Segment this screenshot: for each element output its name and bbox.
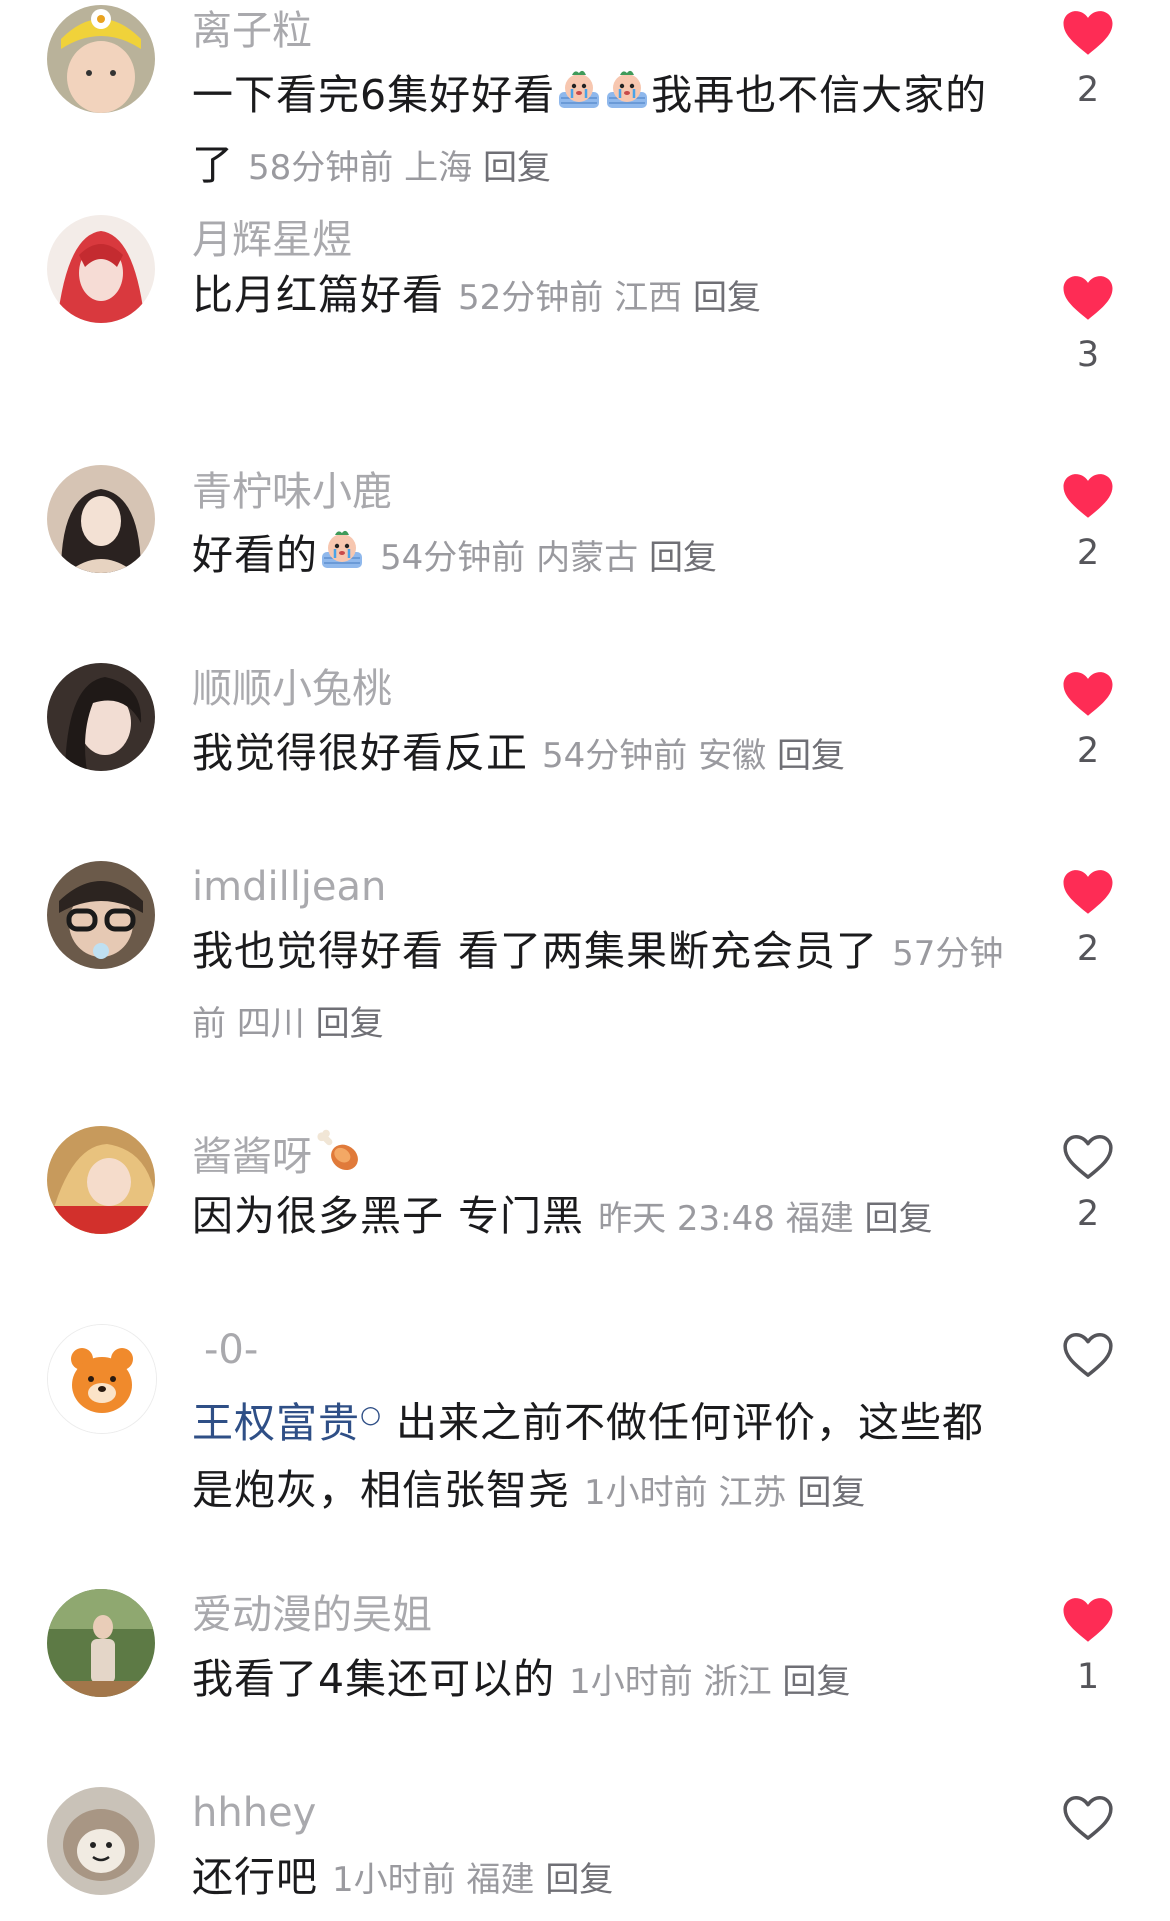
comment-time: 54分钟前 [542, 736, 688, 776]
username[interactable]: 月辉星煜 [192, 215, 352, 265]
comment-meta: 昨天 23:48 福建 回复 [598, 1199, 932, 1239]
comment-time: 1小时前 [569, 1662, 693, 1702]
username[interactable]: 离子粒 [192, 6, 312, 56]
crying-face-emoji [603, 64, 651, 132]
like-count: 2 [1076, 1194, 1100, 1234]
search-icon: ○ [360, 1400, 382, 1428]
like-count: 2 [1076, 731, 1100, 771]
reply-button[interactable]: 回复 [316, 1004, 384, 1044]
like-count: 1 [1076, 1657, 1100, 1697]
reply-button[interactable]: 回复 [545, 1860, 613, 1900]
crying-face-emoji [318, 524, 366, 592]
heart-icon[interactable] [1060, 270, 1116, 326]
comment-meta: 1小时前 江苏 回复 [584, 1473, 865, 1513]
reply-button[interactable]: 回复 [777, 736, 845, 776]
comment-time: 58分钟前 [248, 148, 394, 188]
avatar[interactable] [47, 1126, 155, 1234]
comment-time: 54分钟前 [380, 538, 526, 578]
comment-location: 上海 [404, 148, 473, 188]
comment-meta: 58分钟前 上海 回复 [248, 148, 551, 188]
comment-text: 因为很多黑子 专门黑 昨天 23:48 福建 回复 [192, 1192, 933, 1240]
username[interactable]: imdilljean [192, 862, 386, 912]
avatar[interactable] [47, 215, 155, 323]
heart-icon[interactable] [1060, 5, 1116, 61]
heart-icon[interactable] [1060, 666, 1116, 722]
comment-location: 内蒙古 [536, 538, 639, 578]
reply-button[interactable]: 回复 [483, 148, 551, 188]
heart-icon[interactable] [1060, 1592, 1116, 1648]
comment-text: 比月红篇好看 52分钟前 江西 回复 [192, 271, 761, 319]
reply-button[interactable]: 回复 [693, 278, 761, 318]
heart-icon[interactable] [1060, 864, 1116, 920]
like-count: 3 [1076, 335, 1100, 375]
comment-text: 我也觉得好看 看了两集果断充会员了 57分钟前 四川 回复 [192, 927, 1004, 1044]
comment-text: 王权富贵○ 出来之前不做任何评价，这些都是炮灰，相信张智尧 1小时前 江苏 回复 [192, 1398, 984, 1514]
reply-button[interactable]: 回复 [782, 1662, 850, 1702]
comment-time: 1小时前 [584, 1472, 708, 1513]
comment-location: 安徽 [698, 736, 767, 776]
comment-text: 我看了4集还可以的 1小时前 浙江 回复 [192, 1655, 851, 1703]
reply-button[interactable]: 回复 [865, 1199, 933, 1239]
comment-location: 浙江 [703, 1662, 772, 1702]
avatar[interactable] [47, 5, 155, 113]
username[interactable]: 顺顺小兔桃 [192, 664, 392, 714]
avatar[interactable] [47, 1324, 157, 1434]
reply-button[interactable]: 回复 [649, 538, 717, 578]
comment-text: 还行吧 1小时前 福建 回复 [192, 1853, 614, 1901]
comment-text: 我觉得很好看反正 54分钟前 安徽 回复 [192, 729, 845, 777]
mention-link[interactable]: 王权富贵○ [192, 1399, 382, 1447]
heart-outline-icon[interactable] [1060, 1790, 1116, 1846]
username[interactable]: hhhey [192, 1788, 316, 1838]
comment-location: 江苏 [718, 1472, 787, 1513]
comment-location: 福建 [466, 1860, 535, 1900]
avatar[interactable] [47, 1787, 155, 1895]
comment-meta: 54分钟前 内蒙古 回复 [380, 538, 717, 578]
heart-outline-icon[interactable] [1060, 1327, 1116, 1383]
avatar[interactable] [47, 663, 155, 771]
comment-meta: 1小时前 福建 回复 [332, 1860, 613, 1900]
username[interactable]: -0- [204, 1325, 258, 1375]
avatar[interactable] [47, 465, 155, 573]
username[interactable]: 青柠味小鹿 [192, 467, 392, 517]
username[interactable]: 爱动漫的吴姐 [192, 1590, 432, 1640]
comment-meta: 54分钟前 安徽 回复 [542, 736, 845, 776]
comment-time: 52分钟前 [458, 278, 604, 318]
avatar[interactable] [47, 1589, 155, 1697]
like-count: 2 [1076, 533, 1100, 573]
comment-location: 江西 [614, 278, 683, 318]
like-count: 2 [1076, 70, 1100, 110]
comment-time: 昨天 23:48 [598, 1199, 775, 1239]
avatar[interactable] [47, 861, 155, 969]
comment-time: 1小时前 [332, 1860, 456, 1900]
comment-text: 好看的 54分钟前 内蒙古 回复 [192, 522, 1012, 592]
comment-location: 四川 [236, 1004, 305, 1044]
heart-outline-icon[interactable] [1060, 1129, 1116, 1185]
username[interactable]: 酱酱呀 [192, 1127, 364, 1191]
meat-leg-emoji [312, 1127, 364, 1191]
heart-icon[interactable] [1060, 468, 1116, 524]
comment-meta: 52分钟前 江西 回复 [458, 278, 761, 318]
comment-location: 福建 [785, 1199, 854, 1239]
like-count: 2 [1076, 929, 1100, 969]
comment-meta: 1小时前 浙江 回复 [569, 1662, 850, 1702]
comment-text: 一下看完6集好好看 我再也不信大家的了 58分钟前 上海 回复 [192, 62, 1012, 202]
reply-button[interactable]: 回复 [797, 1473, 865, 1513]
crying-face-emoji [555, 64, 603, 132]
